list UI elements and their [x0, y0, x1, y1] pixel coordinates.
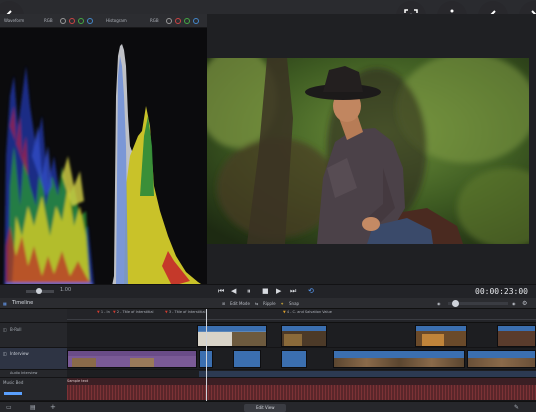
interview-clip-2[interactable]	[233, 350, 261, 368]
track-name-interview: Interview	[10, 351, 29, 356]
interview-clip-4[interactable]	[333, 350, 465, 368]
ruler-line	[67, 319, 536, 320]
track-name-broll: B-Roll	[10, 327, 22, 332]
broll-clip-4[interactable]	[497, 325, 536, 347]
go-start-icon[interactable]: ⏮	[218, 287, 224, 296]
audio-interview-clip[interactable]	[199, 371, 536, 377]
interview-icon: ◫	[3, 351, 7, 356]
stop-icon[interactable]: ■	[262, 287, 269, 295]
go-end-icon[interactable]: ⏭	[290, 287, 296, 296]
hist-mode[interactable]: RGB	[150, 14, 159, 28]
add-icon[interactable]: +	[50, 403, 56, 411]
tab-histogram[interactable]: Histogram	[106, 14, 127, 28]
step-forward-icon[interactable]: ▶	[276, 287, 281, 295]
media-icon[interactable]: ▭	[6, 404, 12, 411]
track-lane-broll[interactable]	[67, 323, 536, 348]
marker-1[interactable]: ▼ 1 - In	[97, 310, 110, 314]
tools-icon[interactable]: ✎	[514, 404, 519, 411]
snap-icon[interactable]: ⌖	[281, 298, 283, 309]
broll-clip-3[interactable]	[415, 325, 467, 347]
timecode: 00:00:23:00	[475, 287, 528, 296]
hist-red-icon[interactable]	[175, 18, 181, 24]
blue-toggle-icon[interactable]	[87, 18, 93, 24]
audio-clip-label: Sample text	[67, 379, 89, 383]
timeline-ruler[interactable]: ▼ 1 - In ▼ 2 - Title of Interstitial ▼ 3…	[67, 309, 536, 323]
scope-tabs: Waveform RGB Histogram RGB	[0, 14, 207, 28]
zoom-in-icon[interactable]: ◉	[512, 298, 516, 309]
ripple-icon[interactable]: ⇆	[255, 298, 258, 309]
pause-icon[interactable]: ⏸	[247, 287, 251, 296]
track-name-audio-interview: Audio Interview	[10, 371, 38, 375]
marker-3[interactable]: ▼ 3 - Title of Interstitial	[165, 310, 206, 314]
loop-icon[interactable]: ⟲	[308, 287, 314, 295]
timeline-header: ▦ Timeline ⊞ Edit Mode ⇆ Ripple ⌖ Snap ◉…	[0, 298, 536, 309]
scopes-panel: Waveform RGB Histogram RGB	[0, 14, 207, 288]
broll-clip-1[interactable]	[197, 325, 267, 347]
track-lane-audio-interview[interactable]	[67, 370, 536, 378]
timeline-title: Timeline	[12, 300, 34, 306]
snap-button[interactable]: Snap	[289, 298, 299, 309]
ripple-button[interactable]: Ripple	[263, 298, 276, 309]
edit-mode-icon[interactable]: ⊞	[222, 298, 225, 309]
music-waveform	[67, 385, 536, 400]
video-preview[interactable]	[207, 58, 529, 244]
playhead[interactable]	[206, 309, 207, 401]
layout-icon[interactable]: ▤	[30, 404, 36, 411]
luma-toggle-icon[interactable]	[60, 18, 66, 24]
bottom-bar: ▭ ▤ + Edit View ✎	[0, 401, 536, 412]
editor-window: Waveform RGB Histogram RGB 1.00 ⏮ ◀ ⏸ ■ …	[0, 0, 536, 412]
title-clip-strip[interactable]	[67, 350, 197, 368]
waveform-scope	[4, 66, 94, 286]
track-name-music: Music Bed	[3, 380, 24, 385]
step-back-icon[interactable]: ◀	[231, 287, 236, 295]
zoom-out-icon[interactable]: ◉	[437, 298, 441, 309]
track-header-interview[interactable]: ◫ Interview	[0, 348, 67, 370]
interview-clip-5[interactable]	[467, 350, 536, 368]
hist-green-icon[interactable]	[184, 18, 190, 24]
histogram-scope	[112, 36, 204, 288]
edit-mode-button[interactable]: Edit Mode	[230, 298, 250, 309]
timeline-settings-icon[interactable]: ⚙	[522, 298, 527, 309]
hist-blue-icon[interactable]	[193, 18, 199, 24]
zoom-slider-handle[interactable]	[36, 288, 42, 294]
timeline-zoom-handle[interactable]	[452, 300, 459, 307]
track-lane-music[interactable]: Sample text	[67, 378, 536, 401]
scope-mode[interactable]: RGB	[44, 14, 53, 28]
tab-waveform[interactable]: Waveform	[4, 14, 24, 28]
track-lane-interview[interactable]	[67, 348, 536, 370]
interview-clip-3[interactable]	[281, 350, 307, 368]
timeline-tools	[0, 309, 67, 323]
track-header-broll[interactable]: ◫ B-Roll	[0, 323, 67, 348]
track-header-music[interactable]: Music Bed	[0, 378, 67, 401]
red-toggle-icon[interactable]	[69, 18, 75, 24]
broll-clip-2[interactable]	[281, 325, 327, 347]
broll-icon: ◫	[3, 327, 7, 332]
zoom-value: 1.00	[60, 287, 72, 293]
marker-4[interactable]: ▼ 4 - C. and Salvation Value	[283, 310, 332, 314]
music-volume-slider[interactable]	[4, 392, 22, 395]
hist-luma-icon[interactable]	[166, 18, 172, 24]
track-header-audio-interview[interactable]: Audio Interview	[0, 370, 67, 378]
timeline-icon: ▦	[3, 301, 7, 306]
edit-view-button[interactable]: Edit View	[244, 404, 286, 412]
green-toggle-icon[interactable]	[78, 18, 84, 24]
marker-2[interactable]: ▼ 2 - Title of Interstitial	[113, 310, 154, 314]
